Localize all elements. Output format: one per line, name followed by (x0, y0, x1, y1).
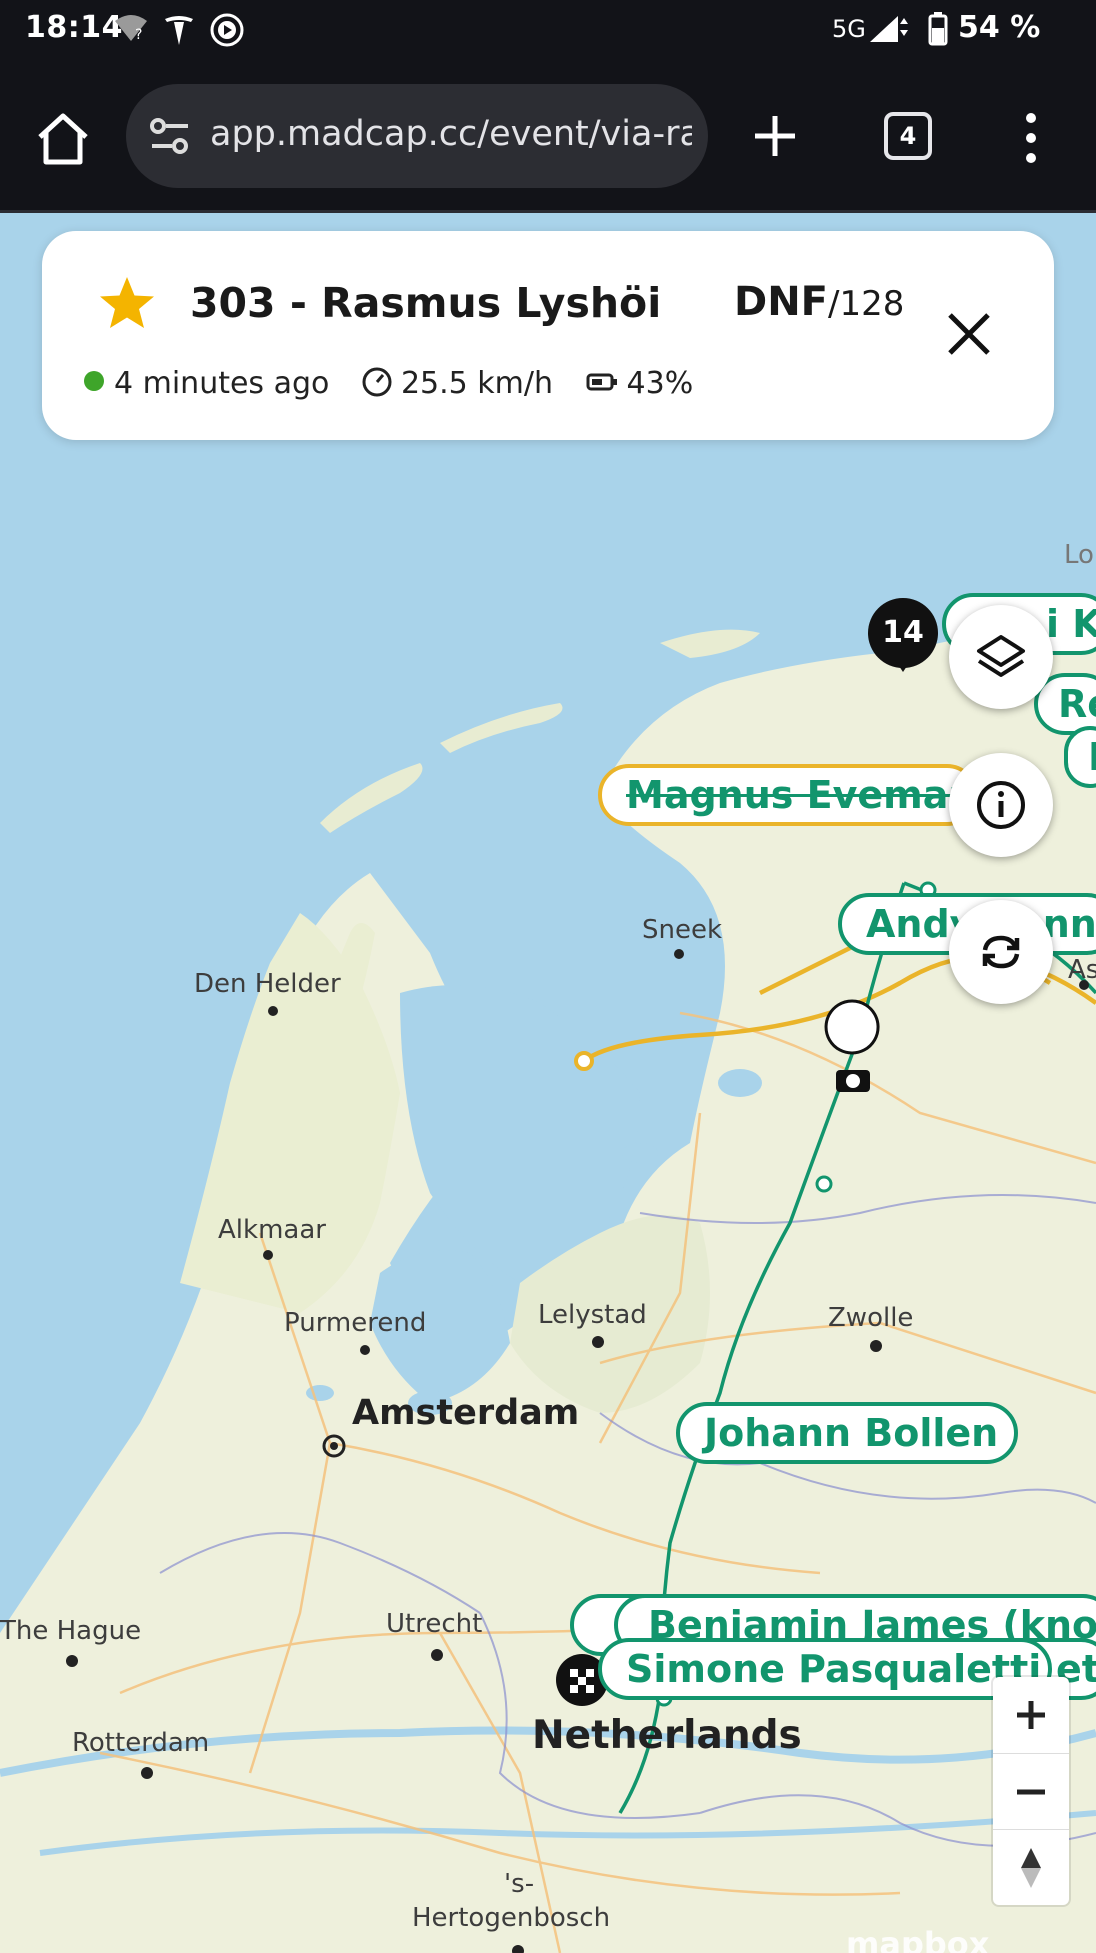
favorite-star-icon[interactable] (98, 275, 156, 335)
home-icon (38, 113, 88, 165)
rider-label-magnus-eveman[interactable]: Magnus Eveman (598, 764, 978, 826)
info-icon (977, 781, 1025, 829)
browser-toolbar: app.madcap.cc/event/via-rac 4 (0, 62, 1096, 213)
tab-switcher-button[interactable]: 4 (884, 112, 932, 160)
rider-label-top-right-3[interactable]: I (1064, 726, 1096, 788)
battery-icon (586, 373, 617, 391)
layers-icon (977, 635, 1025, 677)
place-label-zwolle: Zwolle (828, 1303, 914, 1333)
svg-text:?: ? (135, 27, 142, 43)
rider-status: DNF (734, 279, 829, 325)
mapbox-logo[interactable]: mapbox (846, 1925, 1096, 1953)
place-label-lelystad: Lelystad (538, 1300, 647, 1330)
signal-icon (868, 14, 912, 48)
zoom-control (993, 1677, 1069, 1905)
rider-label-johann-bollen[interactable]: Johann Bollen (676, 1402, 1018, 1464)
map-view[interactable]: Lo Sneek Den Helder Alkmaar Purmerend Le… (0, 213, 1096, 1953)
zoom-in-button[interactable] (993, 1677, 1069, 1753)
plus-icon (755, 116, 795, 156)
rider-info-card: 303 - Rasmus Lyshöi DNF/128 4 minutes ag… (42, 231, 1054, 440)
layers-button[interactable] (949, 605, 1053, 709)
rider-cluster-badge[interactable]: 14 (868, 598, 938, 672)
close-icon (948, 313, 990, 355)
plus-icon (1017, 1701, 1045, 1729)
network-type: 5G (832, 15, 866, 43)
rider-total: /128 (828, 284, 905, 324)
compass-icon (1021, 1848, 1041, 1888)
rider-meta-row: 4 minutes ago 25.5 km/h 43% (84, 365, 693, 401)
speed: 25.5 km/h (400, 366, 553, 401)
refresh-button[interactable] (949, 900, 1053, 1004)
tesla-icon (162, 13, 196, 51)
device-battery: 43% (626, 366, 694, 401)
battery-icon (928, 12, 948, 50)
status-bar: 18:14 ? 5G 54 % (0, 0, 1096, 62)
mapbox-logo-text: mapbox (846, 1925, 990, 1953)
place-label-den-helder: Den Helder (194, 969, 341, 999)
last-seen: 4 minutes ago (114, 366, 330, 401)
new-tab-button[interactable] (747, 108, 803, 164)
rider-label-simone-pasqualetti[interactable]: Simone Pasqualetti (598, 1638, 1052, 1700)
battery-percent: 54 % (958, 10, 1041, 45)
menu-button[interactable] (1016, 110, 1046, 166)
place-label-s-hertogenbosch: Hertogenbosch (412, 1903, 611, 1933)
status-time: 18:14 (25, 10, 123, 45)
online-status-dot (84, 371, 104, 391)
sync-icon (982, 935, 1020, 969)
place-label-rotterdam: Rotterdam (72, 1728, 210, 1758)
place-label-lo: Lo (1064, 540, 1094, 570)
home-button[interactable] (34, 110, 92, 168)
more-vert-icon (1026, 113, 1036, 163)
rider-title: 303 - Rasmus Lyshöi (190, 279, 662, 327)
place-label-s-hertogenbosch-prefix: 's- (504, 1869, 535, 1899)
speedometer-icon (362, 367, 392, 397)
wifi-icon: ? (113, 13, 149, 47)
place-label-netherlands: Netherlands (532, 1713, 802, 1758)
url-text[interactable]: app.madcap.cc/event/via-rac (210, 114, 692, 154)
url-bar[interactable]: app.madcap.cc/event/via-rac (126, 84, 708, 188)
compass-button[interactable] (993, 1830, 1069, 1906)
place-label-alkmaar: Alkmaar (218, 1215, 326, 1245)
zoom-out-button[interactable] (993, 1754, 1069, 1830)
place-label-amsterdam: Amsterdam (352, 1393, 580, 1433)
site-settings-icon[interactable] (148, 116, 192, 160)
minus-icon (1017, 1789, 1045, 1795)
place-label-the-hague: The Hague (0, 1616, 142, 1646)
rider-position: DNF/128 (734, 279, 904, 325)
info-button[interactable] (949, 753, 1053, 857)
place-label-utrecht: Utrecht (386, 1609, 483, 1639)
place-label-ass: Ass (1068, 955, 1096, 985)
media-play-icon (210, 13, 244, 51)
place-label-purmerend: Purmerend (284, 1308, 427, 1338)
place-label-sneek: Sneek (642, 915, 723, 945)
close-card-button[interactable] (946, 311, 992, 361)
